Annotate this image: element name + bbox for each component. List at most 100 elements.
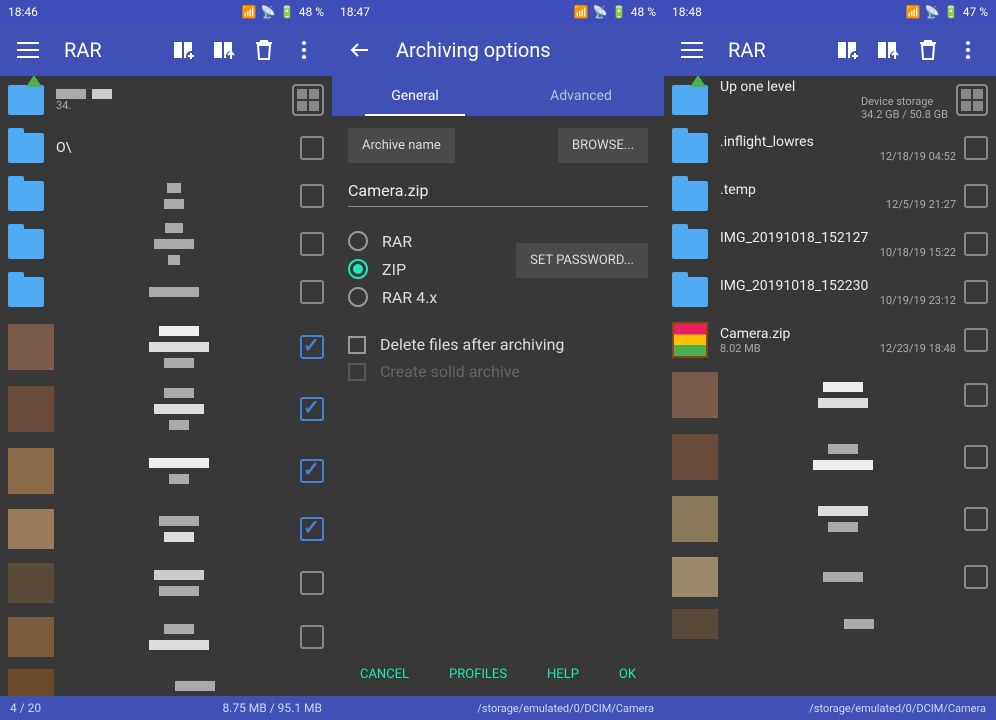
app-title: RAR xyxy=(64,38,164,62)
checkbox[interactable] xyxy=(300,571,324,595)
delete-button[interactable] xyxy=(244,30,284,70)
delete-button[interactable] xyxy=(908,30,948,70)
thumbnail xyxy=(8,386,54,432)
image-row[interactable] xyxy=(0,316,332,378)
image-row[interactable] xyxy=(664,488,996,550)
folder-row[interactable] xyxy=(0,172,332,220)
folder-row[interactable]: IMG_20191018_15212710/18/19 15:22 xyxy=(664,220,996,268)
menu-button[interactable] xyxy=(8,30,48,70)
checkbox[interactable] xyxy=(300,517,324,541)
checkbox[interactable] xyxy=(964,136,988,160)
folder-row[interactable]: .temp12/5/19 21:27 xyxy=(664,172,996,220)
archive-name-label: Archive name xyxy=(348,128,455,163)
delete-after-checkbox[interactable]: Delete files after archiving xyxy=(348,335,648,354)
status-bar: 18:46 📶 📡 🔋 48 % xyxy=(0,0,332,24)
browse-button[interactable]: BROWSE... xyxy=(558,128,648,163)
checkbox[interactable] xyxy=(964,184,988,208)
thumbnail xyxy=(8,563,54,603)
folder-icon xyxy=(8,181,44,211)
footer-selection: 4 / 20 8.75 MB / 95.1 MB xyxy=(0,696,332,720)
checkbox[interactable] xyxy=(300,335,324,359)
thumbnail xyxy=(672,434,718,480)
folder-row[interactable]: .inflight_lowres12/18/19 04:52 xyxy=(664,124,996,172)
checkbox[interactable] xyxy=(964,232,988,256)
folder-up-icon xyxy=(672,85,708,115)
screen-title: Archiving options xyxy=(396,38,656,62)
more-button[interactable] xyxy=(284,30,324,70)
checkbox[interactable] xyxy=(964,383,988,407)
tab-advanced[interactable]: Advanced xyxy=(498,76,664,116)
folder-icon xyxy=(8,229,44,259)
folder-icon xyxy=(672,277,708,307)
thumbnail xyxy=(672,557,718,597)
format-rar[interactable]: RAR xyxy=(348,231,516,251)
checkbox[interactable] xyxy=(300,397,324,421)
solid-archive-checkbox: Create solid archive xyxy=(348,362,648,381)
image-row[interactable] xyxy=(664,550,996,604)
image-row[interactable] xyxy=(0,378,332,440)
help-button[interactable]: HELP xyxy=(547,667,579,682)
selection-size: 8.75 MB / 95.1 MB xyxy=(222,701,322,715)
battery-pct: 48 % xyxy=(299,5,324,19)
folder-row[interactable]: O\ xyxy=(0,124,332,172)
tabs: General Advanced xyxy=(332,76,664,116)
folder-row[interactable] xyxy=(0,268,332,316)
checkbox[interactable] xyxy=(964,445,988,469)
image-row[interactable] xyxy=(0,556,332,610)
signal-icon: 📶 xyxy=(242,5,257,19)
folder-up-icon xyxy=(8,85,44,115)
checkbox[interactable] xyxy=(964,280,988,304)
archive-extract-button[interactable] xyxy=(868,30,908,70)
selection-count: 4 / 20 xyxy=(10,701,41,715)
footer-path: /storage/emulated/0/DCIM/Camera xyxy=(332,696,664,720)
checkbox[interactable] xyxy=(300,625,324,649)
checkbox[interactable] xyxy=(300,232,324,256)
thumbnail xyxy=(8,669,54,696)
checkbox[interactable] xyxy=(964,328,988,352)
image-row[interactable] xyxy=(0,502,332,556)
image-row[interactable] xyxy=(0,664,332,696)
image-row[interactable] xyxy=(664,426,996,488)
menu-button[interactable] xyxy=(672,30,712,70)
archive-extract-button[interactable] xyxy=(204,30,244,70)
tab-general[interactable]: General xyxy=(332,76,498,116)
folder-icon xyxy=(672,133,708,163)
set-password-button[interactable]: SET PASSWORD... xyxy=(516,243,648,278)
format-zip[interactable]: ZIP xyxy=(348,259,516,279)
wifi-icon: 📡 xyxy=(261,5,276,19)
checkbox[interactable] xyxy=(964,565,988,589)
folder-icon xyxy=(8,277,44,307)
archive-row[interactable]: Camera.zip8.02 MB12/23/19 18:48 xyxy=(664,316,996,364)
grid-view-button[interactable] xyxy=(956,84,988,116)
checkbox[interactable] xyxy=(300,459,324,483)
up-one-level[interactable]: Up one levelDevice storage34.2 GB / 50.8… xyxy=(664,76,996,124)
ok-button[interactable]: OK xyxy=(619,667,636,682)
file-list: Up one levelDevice storage34.2 GB / 50.8… xyxy=(664,76,996,696)
up-one-level[interactable]: 34. xyxy=(0,76,332,124)
checkbox[interactable] xyxy=(964,507,988,531)
folder-icon xyxy=(8,133,44,163)
archive-icon xyxy=(672,322,708,358)
profiles-button[interactable]: PROFILES xyxy=(449,667,507,682)
status-time: 18:47 xyxy=(340,5,370,19)
thumbnail xyxy=(672,372,718,418)
more-button[interactable] xyxy=(948,30,988,70)
cancel-button[interactable]: CANCEL xyxy=(360,667,409,682)
checkbox[interactable] xyxy=(300,184,324,208)
folder-row[interactable]: IMG_20191018_15223010/19/19 23:12 xyxy=(664,268,996,316)
image-row[interactable] xyxy=(664,604,996,644)
grid-view-button[interactable] xyxy=(292,84,324,116)
panel-file-list-selection: 18:46 📶 📡 🔋 48 % RAR 34. O\ xyxy=(0,0,332,720)
archive-add-button[interactable] xyxy=(164,30,204,70)
checkbox[interactable] xyxy=(300,280,324,304)
checkbox[interactable] xyxy=(300,136,324,160)
format-rar4x[interactable]: RAR 4.x xyxy=(348,287,516,307)
folder-row[interactable] xyxy=(0,220,332,268)
filename-input[interactable] xyxy=(348,175,648,207)
image-row[interactable] xyxy=(664,364,996,426)
image-row[interactable] xyxy=(0,610,332,664)
back-button[interactable] xyxy=(340,30,380,70)
app-bar: RAR xyxy=(0,24,332,76)
archive-add-button[interactable] xyxy=(828,30,868,70)
image-row[interactable] xyxy=(0,440,332,502)
